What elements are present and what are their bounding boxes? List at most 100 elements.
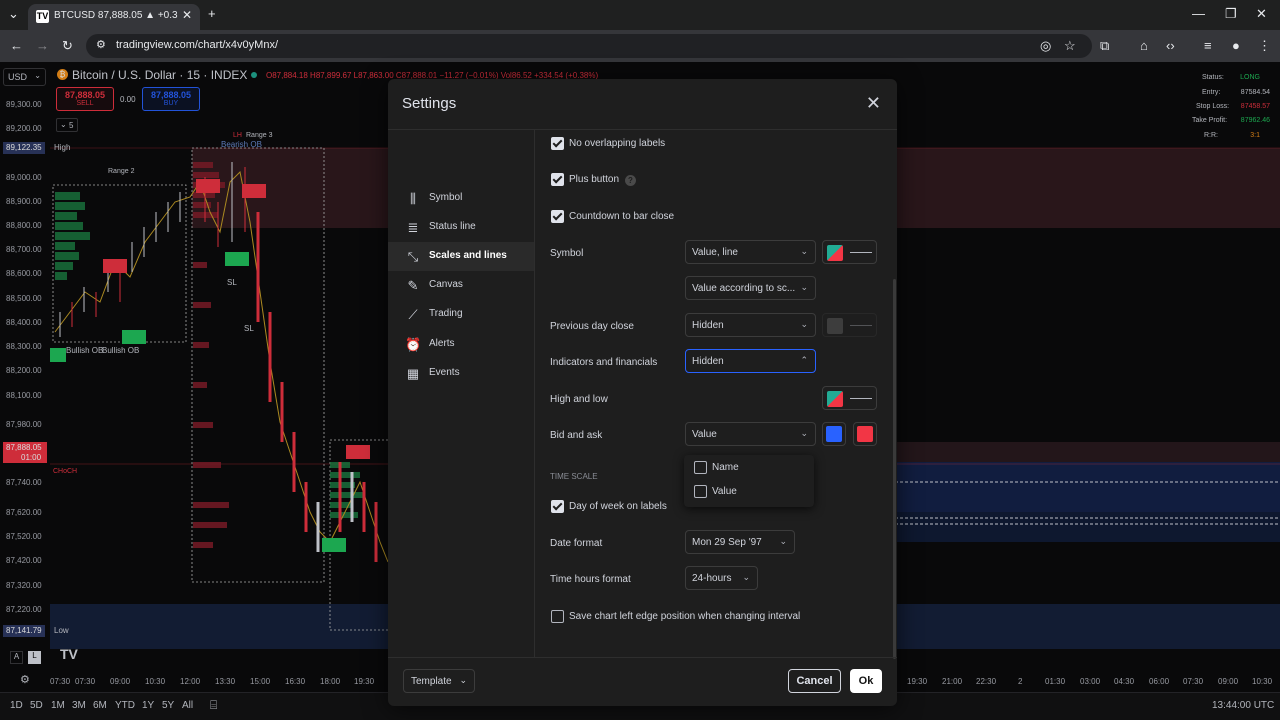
chevron-down-icon: ⌄ xyxy=(779,536,787,546)
no-overlapping-checkbox[interactable] xyxy=(551,137,564,150)
close-icon[interactable]: ✕ xyxy=(866,93,881,114)
time-scale-heading: TIME SCALE xyxy=(550,472,598,481)
prev-day-color-swatch[interactable] xyxy=(822,313,877,337)
save-left-edge-checkbox[interactable] xyxy=(551,610,564,623)
countdown-label: Countdown to bar close xyxy=(569,211,675,222)
browser-tab[interactable]: TV BTCUSD 87,888.05 ▲ +0.38% Sz... ✕ xyxy=(28,4,200,30)
sidebar-item-label: Alerts xyxy=(429,338,455,349)
bid-ask-value: Value xyxy=(692,429,717,440)
chevron-down-icon: ⌄ xyxy=(742,572,750,582)
help-icon[interactable]: ? xyxy=(625,175,636,186)
forward-icon[interactable]: → xyxy=(36,38,49,53)
extension-icon[interactable]: ⌂ xyxy=(1140,38,1148,53)
candle-icon: ⫼ xyxy=(410,191,416,206)
close-tab-icon[interactable]: ✕ xyxy=(182,8,192,22)
bid-color-button[interactable] xyxy=(822,422,846,446)
brush-icon: ✎ xyxy=(407,278,419,293)
alarm-icon: ⏰ xyxy=(405,337,422,352)
back-icon[interactable]: ← xyxy=(10,38,23,53)
template-button[interactable]: Template ⌄ xyxy=(403,669,475,693)
sidebar-item-scales-and-lines[interactable]: ⤡ Scales and lines xyxy=(388,242,534,271)
indicators-select[interactable]: Hidden ⌃ xyxy=(685,349,816,373)
minimize-icon[interactable]: — xyxy=(1192,6,1205,21)
value-checkbox[interactable] xyxy=(694,485,707,498)
restore-icon[interactable]: ❐ xyxy=(1225,6,1237,22)
indicators-dropdown-menu: Name Value xyxy=(684,455,814,507)
sidebar-item-events[interactable]: ▦ Events xyxy=(388,359,534,388)
bookmark-star-icon[interactable]: ☆ xyxy=(1064,38,1076,54)
symbol-scale-select[interactable]: Value according to sc... ⌄ xyxy=(685,276,816,300)
browser-tab-bar: ⌄ TV BTCUSD 87,888.05 ▲ +0.38% Sz... ✕ +… xyxy=(0,0,1280,30)
profile-icon[interactable]: ● xyxy=(1232,38,1240,53)
reload-icon[interactable]: ↻ xyxy=(62,38,73,54)
ok-button[interactable]: Ok xyxy=(850,669,882,693)
dropdown-item-value[interactable]: Value xyxy=(684,481,814,503)
symbol-label: Symbol xyxy=(550,248,584,259)
sidebar-item-label: Canvas xyxy=(429,279,463,290)
menu-icon[interactable]: ⋮ xyxy=(1258,38,1271,54)
chevron-down-icon: ⌄ xyxy=(800,282,808,292)
color-preview xyxy=(827,391,843,407)
symbol-select[interactable]: Value, line ⌄ xyxy=(685,240,816,264)
trading-icon: ⟋ xyxy=(408,307,418,322)
chevron-down-icon: ⌄ xyxy=(459,675,467,685)
prev-day-close-label: Previous day close xyxy=(550,321,634,332)
sidebar-item-symbol[interactable]: ⫼ Symbol xyxy=(388,184,534,213)
countdown-checkbox[interactable] xyxy=(551,210,564,223)
high-low-label: High and low xyxy=(550,394,608,405)
dropdown-item-label: Value xyxy=(712,486,737,497)
chevron-down-icon: ⌄ xyxy=(800,246,808,256)
color-preview xyxy=(827,318,843,334)
template-label: Template xyxy=(411,676,452,687)
chevron-down-icon: ⌄ xyxy=(800,319,808,329)
time-hours-select[interactable]: 24-hours ⌄ xyxy=(685,566,758,590)
ask-color-fill xyxy=(857,426,873,442)
high-low-color-swatch[interactable] xyxy=(822,386,877,410)
prev-day-close-select[interactable]: Hidden ⌄ xyxy=(685,313,816,337)
sidebar-item-canvas[interactable]: ✎ Canvas xyxy=(388,271,534,300)
day-of-week-checkbox[interactable] xyxy=(551,500,564,513)
sidebar-item-trading[interactable]: ⟋ Trading xyxy=(388,300,534,329)
devtools-icon[interactable]: ‹› xyxy=(1166,38,1175,53)
plus-button-checkbox[interactable] xyxy=(551,173,564,186)
address-bar-row: ← → ↻ ⚙ tradingview.com/chart/x4v0yMnx/ … xyxy=(0,30,1280,62)
scales-icon: ⤡ xyxy=(407,249,419,264)
tradingview-favicon: TV xyxy=(36,10,49,23)
line-style-preview xyxy=(850,252,872,253)
date-format-label: Date format xyxy=(550,538,603,549)
ask-color-button[interactable] xyxy=(853,422,877,446)
extensions-icon[interactable]: ⧉ xyxy=(1100,38,1109,54)
prev-day-close-value: Hidden xyxy=(692,320,724,331)
content-scrollbar[interactable] xyxy=(893,279,896,659)
status-line-icon: ≣ xyxy=(407,220,419,235)
settings-content: No overlapping labels Plus button ? Coun… xyxy=(536,130,897,657)
sidebar-item-alerts[interactable]: ⏰ Alerts xyxy=(388,330,534,359)
sidebar-item-label: Symbol xyxy=(429,192,463,203)
sidebar-item-label: Trading xyxy=(429,308,463,319)
symbol-select-value: Value, line xyxy=(692,247,738,258)
color-preview xyxy=(827,245,843,261)
sidebar-item-label: Events xyxy=(429,367,460,378)
symbol-color-swatch[interactable] xyxy=(822,240,877,264)
plus-button-label: Plus button xyxy=(569,174,620,185)
media-icon[interactable]: ≡ xyxy=(1204,38,1212,53)
close-window-icon[interactable]: ✕ xyxy=(1256,6,1267,22)
url-field[interactable]: ⚙ tradingview.com/chart/x4v0yMnx/ xyxy=(86,34,1092,58)
site-info-icon[interactable]: ⚙ xyxy=(96,38,106,51)
settings-sidebar: ⫼ Symbol ≣ Status line ⤡ Scales and line… xyxy=(388,130,535,657)
dialog-title: Settings xyxy=(402,95,457,112)
eye-off-icon[interactable]: ◎ xyxy=(1040,38,1051,54)
bid-ask-select[interactable]: Value ⌄ xyxy=(685,422,816,446)
save-left-edge-label: Save chart left edge position when chang… xyxy=(569,611,801,622)
name-checkbox[interactable] xyxy=(694,461,707,474)
indicators-label: Indicators and financials xyxy=(550,357,658,368)
cancel-button[interactable]: Cancel xyxy=(788,669,841,693)
dropdown-item-name[interactable]: Name xyxy=(684,457,814,479)
sidebar-item-status-line[interactable]: ≣ Status line xyxy=(388,213,534,242)
chevron-down-icon: ⌄ xyxy=(800,428,808,438)
tab-list-icon[interactable]: ⌄ xyxy=(8,6,19,22)
new-tab-icon[interactable]: + xyxy=(208,6,216,21)
line-style-preview xyxy=(850,398,872,399)
footer-divider xyxy=(388,657,897,658)
date-format-select[interactable]: Mon 29 Sep '97 ⌄ xyxy=(685,530,795,554)
